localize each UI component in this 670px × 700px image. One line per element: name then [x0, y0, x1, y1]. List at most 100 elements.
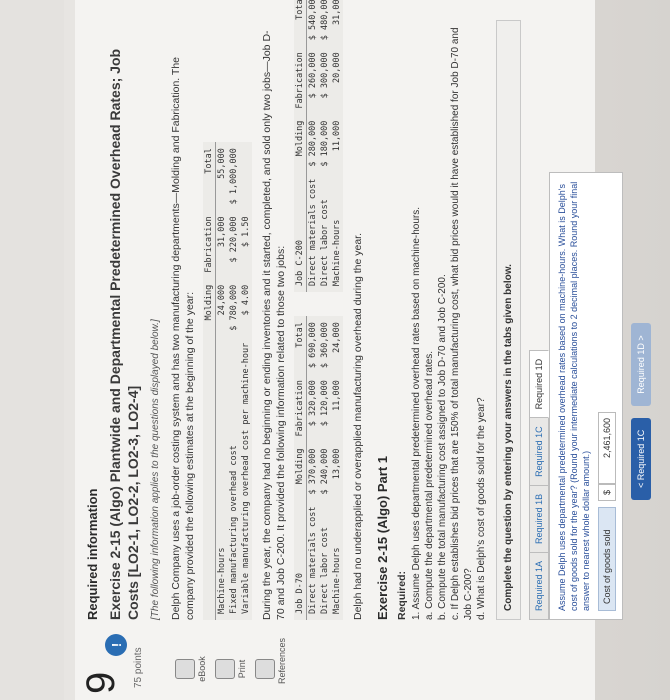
- table-cell: $ 320,000: [308, 380, 318, 427]
- table-row: Direct labor cost $ 240,000 $ 120,000 $ …: [319, 316, 331, 620]
- table-cell: $ 120,000: [320, 380, 330, 427]
- table-cell: 31,000: [217, 216, 227, 248]
- instructions-box: Complete the question by entering your a…: [496, 20, 521, 620]
- part-title: Exercise 2-15 (Algo) Part 1: [375, 455, 390, 620]
- table-row: Direct materials cost $ 280,000 $ 260,00…: [307, 0, 320, 292]
- table-row: Machine-hours 24,000 31,000 55,000: [216, 142, 229, 620]
- requirement-tabs: Required 1A Required 1B Required 1C Requ…: [529, 20, 549, 620]
- table-cell: $ 370,000: [308, 448, 318, 495]
- table-cell: 24,000: [217, 284, 227, 316]
- table-cell: $ 300,000: [320, 52, 330, 99]
- prev-required-button[interactable]: < Required 1C: [631, 417, 651, 500]
- table-cell: $ 180,000: [320, 120, 330, 167]
- table-cell: $ 690,000: [308, 322, 318, 369]
- references-button[interactable]: References: [255, 638, 287, 684]
- table-cell: 11,000: [332, 380, 342, 411]
- table-cell: Variable manufacturing overhead cost per…: [241, 342, 251, 614]
- table-cell: $ 4.00: [241, 284, 251, 316]
- overhead-note: Delph had no underapplied or overapplied…: [352, 232, 364, 620]
- table-cell: Machine-hours: [332, 219, 342, 287]
- table-header: Fabrication: [294, 374, 307, 443]
- tab-navigation: < Required 1C Required 1D >: [631, 20, 651, 500]
- alert-badge-icon: !: [105, 634, 127, 656]
- required-information-heading: Required information: [85, 488, 100, 620]
- table-header: Molding: [294, 442, 307, 501]
- estimates-table: Molding Fabrication Total Machine-hours …: [203, 142, 252, 620]
- table-header: Total: [294, 0, 307, 47]
- table-row: Fixed manufacturing overhead cost $ 780,…: [228, 142, 240, 620]
- applies-note: [The following information applies to th…: [150, 319, 161, 620]
- required-label: Required:: [396, 570, 408, 620]
- table-cell: 24,000: [332, 322, 342, 353]
- table-row: Variable manufacturing overhead cost per…: [240, 142, 252, 620]
- job-c200-table: Job C-200 Molding Fabrication Total Dire…: [294, 0, 343, 293]
- table-header: Molding: [294, 114, 307, 173]
- tab-required-1c[interactable]: Required 1C: [529, 417, 549, 486]
- print-label: Print: [237, 659, 247, 679]
- exercise-title: Exercise 2-15 (Algo) Plantwide and Depar…: [107, 48, 141, 620]
- tab-required-1b[interactable]: Required 1B: [529, 484, 549, 553]
- print-button[interactable]: Print: [215, 654, 247, 684]
- answer-label: Cost of goods sold: [598, 507, 616, 611]
- next-required-button[interactable]: Required 1D >: [631, 323, 651, 406]
- table-row: Direct labor cost $ 180,000 $ 300,000 $ …: [319, 0, 331, 292]
- question-content: Required information Exercise 2-15 (Algo…: [85, 0, 651, 620]
- printer-icon: [215, 659, 235, 679]
- screen-edge: [0, 0, 64, 700]
- requirement-item: b. Compute the total manufacturing cost …: [437, 274, 448, 620]
- table-cell: $ 240,000: [320, 448, 330, 495]
- table-header: Job C-200: [294, 172, 307, 293]
- points-label: 75 points: [133, 647, 144, 688]
- question-number: 9: [79, 671, 123, 694]
- table-cell: Machine-hours: [217, 547, 227, 614]
- table-header: [203, 336, 216, 620]
- tab-instructions: Assume Delph uses departmental predeterm…: [557, 181, 591, 611]
- table-cell: Fixed manufacturing overhead cost: [229, 445, 239, 614]
- jobs-paragraph: During the year, the company had no begi…: [261, 30, 287, 620]
- table-cell: $ 780,000: [229, 284, 239, 331]
- table-row: Direct materials cost $ 370,000 $ 320,00…: [307, 316, 320, 620]
- table-cell: $ 260,000: [308, 52, 318, 99]
- table-cell: 31,000: [332, 0, 342, 25]
- table-cell: $ 1,000,000: [229, 148, 239, 205]
- table-cell: Direct labor cost: [320, 527, 330, 614]
- cost-of-goods-sold-input[interactable]: 2,461,600: [598, 411, 616, 484]
- requirement-item: d. What is Delph's cost of goods sold fo…: [476, 397, 487, 620]
- job-d70-table: Job D-70 Molding Fabrication Total Direc…: [294, 316, 343, 620]
- table-header: Total: [294, 316, 307, 375]
- table-header: Total: [203, 142, 216, 211]
- references-icon: [255, 659, 275, 679]
- book-icon: [175, 659, 195, 679]
- table-cell: [240, 142, 252, 210]
- table-cell: $ 280,000: [308, 120, 318, 167]
- tab-panel: Assume Delph uses departmental predeterm…: [549, 172, 623, 620]
- table-row: Machine-hours 13,000 11,000 24,000: [331, 316, 343, 620]
- ebook-button[interactable]: eBook: [175, 654, 207, 684]
- tab-required-1a[interactable]: Required 1A: [529, 551, 549, 620]
- table-cell: Machine-hours: [332, 547, 342, 614]
- table-cell: $ 360,000: [320, 322, 330, 369]
- table-cell: 20,000: [332, 52, 342, 83]
- table-cell: $ 540,000: [308, 0, 318, 41]
- requirement-item: 1. Assume Delph uses departmental predet…: [411, 206, 422, 620]
- ebook-label: eBook: [197, 656, 207, 682]
- references-label: References: [277, 637, 287, 684]
- requirement-item: a. Compute the departmental predetermine…: [424, 350, 435, 620]
- table-header: Molding: [203, 278, 216, 337]
- answer-row: Cost of goods sold $ 2,461,600: [598, 181, 616, 611]
- question-page: 9 ! 75 points eBook Print References Req…: [75, 0, 651, 700]
- requirement-item: c. If Delph establishes bid prices that …: [450, 27, 474, 620]
- table-header: Fabrication: [203, 210, 216, 279]
- table-cell: $ 220,000: [229, 216, 239, 263]
- table-cell: Direct materials cost: [308, 506, 318, 614]
- currency-symbol: $: [598, 483, 616, 501]
- table-cell: Direct materials cost: [308, 178, 318, 287]
- table-cell: 11,000: [332, 120, 342, 152]
- table-header: Job D-70: [294, 500, 307, 620]
- intro-paragraph: Delph Company uses a job-order costing s…: [170, 56, 196, 620]
- table-cell: Direct labor cost: [320, 199, 330, 287]
- table-cell: 13,000: [332, 448, 342, 480]
- tab-required-1d[interactable]: Required 1D: [529, 349, 549, 419]
- table-header: Fabrication: [294, 46, 307, 115]
- table-row: Machine-hours 11,000 20,000 31,000: [331, 0, 343, 292]
